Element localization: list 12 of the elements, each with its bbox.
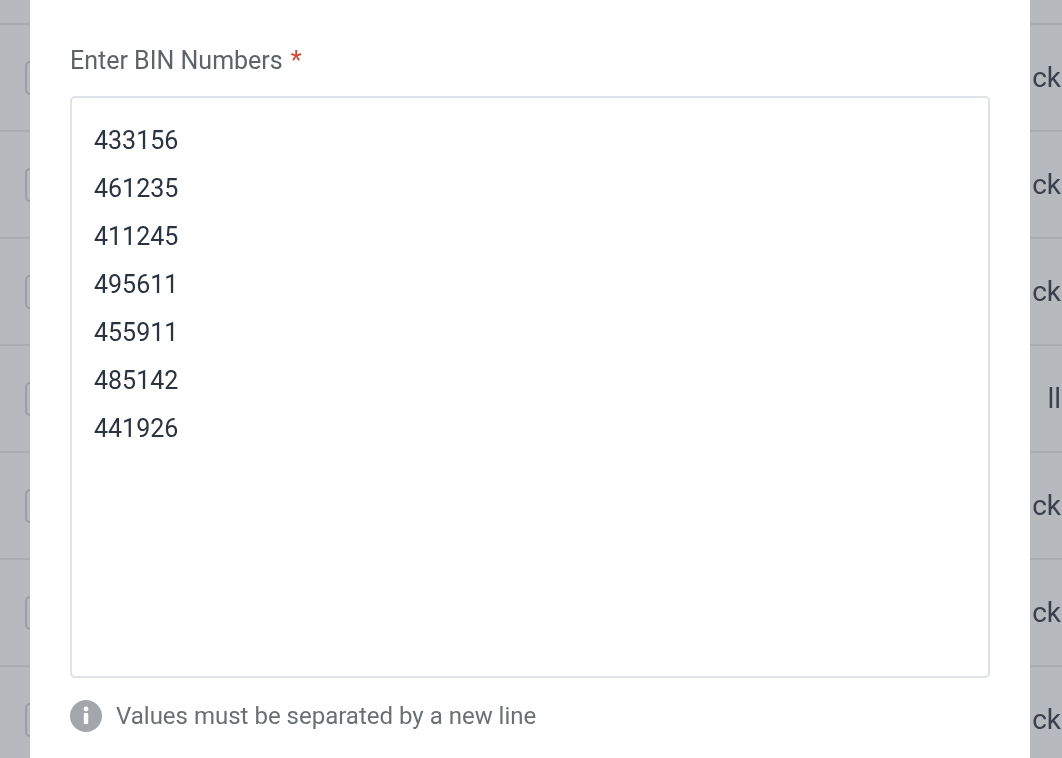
info-icon [70, 700, 102, 732]
status-text: ck [1032, 701, 1061, 738]
status-text: ck [1032, 594, 1061, 631]
hint-text: Values must be separated by a new line [116, 701, 537, 732]
status-text: ll [1047, 380, 1061, 417]
bin-input-field[interactable]: 433156 461235 411245 495611 455911 485142 441926 [70, 96, 990, 678]
status-text: ck [1032, 166, 1061, 203]
status-text: ck [1032, 487, 1061, 524]
required-mark: * [290, 45, 302, 78]
status-text: ck [1032, 59, 1061, 96]
field-label: Enter BIN Numbers [70, 45, 283, 78]
status-text: ck [1032, 273, 1061, 310]
